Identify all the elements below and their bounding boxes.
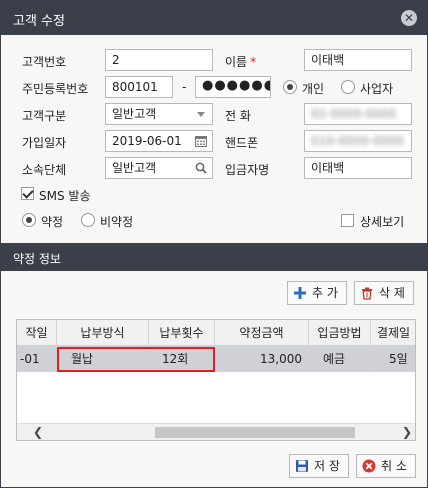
delete-button[interactable]: 삭 제 <box>354 281 414 305</box>
search-icon[interactable] <box>195 162 207 174</box>
table-header: 작일 납부방식 납부횟수 약정금액 입금방법 결제일 <box>17 320 415 346</box>
mobile-label: 핸드폰 <box>225 136 259 150</box>
mobile-field[interactable]: 010-0000-0000 <box>304 130 412 152</box>
cell-pay-day[interactable]: 5일 <box>371 346 415 372</box>
customer-type-label: 고객구분 <box>22 109 67 123</box>
col-count[interactable]: 납부횟수 <box>149 320 215 346</box>
detail-view-checkbox[interactable] <box>341 214 354 227</box>
highlight-box <box>57 347 215 372</box>
join-date-label: 가입일자 <box>22 136 67 150</box>
scroll-right-icon[interactable]: ❯ <box>402 425 412 439</box>
group-value: 일반고객 <box>112 161 157 175</box>
phone-label: 전 화 <box>225 109 251 123</box>
phone-field[interactable]: 02-0000-0000 <box>304 103 412 125</box>
contract-info-header: 약정 정보 <box>1 243 427 271</box>
cell-amount[interactable]: 13,000 <box>215 346 309 372</box>
customer-no-field[interactable]: 2 <box>105 49 213 71</box>
delete-button-label: 삭 제 <box>379 286 405 300</box>
cancel-button-label: 취 소 <box>381 459 407 473</box>
resident-no-back-field[interactable]: ●●●●●● <box>195 76 271 98</box>
join-date-value: 2019-06-01 <box>112 134 182 148</box>
cancel-icon <box>362 459 376 473</box>
radio-contract[interactable] <box>22 213 36 227</box>
name-label: 이름 * <box>225 55 257 69</box>
resident-no-label: 주민등록번호 <box>22 82 89 96</box>
radio-no-contract[interactable] <box>81 213 95 227</box>
depositor-label: 입금자명 <box>225 163 270 177</box>
col-method[interactable]: 납부방식 <box>57 320 149 346</box>
resident-no-separator: - <box>182 80 187 94</box>
cancel-button[interactable]: 취 소 <box>356 454 416 478</box>
save-button[interactable]: 저 장 <box>289 454 349 478</box>
required-mark: * <box>250 55 257 69</box>
scroll-left-icon[interactable]: ❮ <box>33 425 43 439</box>
radio-contract-label: 약정 <box>41 215 64 229</box>
save-button-label: 저 장 <box>314 459 340 473</box>
plus-icon <box>294 287 306 299</box>
customer-no-label: 고객번호 <box>22 55 67 69</box>
sms-checkbox[interactable] <box>21 187 34 200</box>
sms-label: SMS 발송 <box>39 189 91 203</box>
name-field[interactable]: 이태백 <box>304 49 412 71</box>
customer-type-value: 일반고객 <box>112 107 157 121</box>
title-bar: 고객 수정 ✕ <box>1 1 427 35</box>
save-icon <box>296 460 308 472</box>
radio-no-contract-label: 비약정 <box>100 215 134 229</box>
trash-icon <box>362 287 372 300</box>
cell-deposit[interactable]: 예금 <box>309 346 371 372</box>
add-button[interactable]: 추 가 <box>287 281 347 305</box>
chevron-down-icon <box>197 112 205 117</box>
mobile-value: 010-0000-0000 <box>311 134 404 148</box>
resident-no-front-field[interactable]: 800101 <box>105 76 173 98</box>
radio-business[interactable] <box>341 80 355 94</box>
depositor-field[interactable]: 이태백 <box>304 157 412 179</box>
add-button-label: 추 가 <box>312 286 338 300</box>
contract-table: 작일 납부방식 납부횟수 약정금액 입금방법 결제일 -01 월납 12회 13… <box>16 319 416 441</box>
section-title: 약정 정보 <box>13 252 61 266</box>
close-icon[interactable]: ✕ <box>401 10 417 26</box>
calendar-icon[interactable] <box>195 135 207 147</box>
scrollbar-thumb[interactable] <box>155 427 355 438</box>
group-field[interactable]: 일반고객 <box>105 157 213 179</box>
cell-start[interactable]: -01 <box>17 346 57 372</box>
detail-view-label: 상세보기 <box>360 215 405 229</box>
dialog-title: 고객 수정 <box>13 14 65 29</box>
col-pay-day[interactable]: 결제일 <box>371 320 415 346</box>
phone-value: 02-0000-0000 <box>311 107 397 121</box>
radio-individual[interactable] <box>283 80 297 94</box>
col-amount[interactable]: 약정금액 <box>215 320 309 346</box>
col-deposit[interactable]: 입금방법 <box>309 320 371 346</box>
group-label: 소속단체 <box>22 163 67 177</box>
col-start[interactable]: 작일 <box>17 320 57 346</box>
radio-individual-label: 개인 <box>302 82 325 96</box>
customer-edit-dialog: 고객 수정 ✕ 고객번호 2 이름 * 이태백 주민등록번호 800101 - ●… <box>0 0 428 488</box>
join-date-field[interactable]: 2019-06-01 <box>105 130 213 152</box>
horizontal-scrollbar[interactable]: ❮ ❯ <box>17 423 415 440</box>
customer-type-select[interactable]: 일반고객 <box>105 103 213 125</box>
radio-business-label: 사업자 <box>360 82 394 96</box>
